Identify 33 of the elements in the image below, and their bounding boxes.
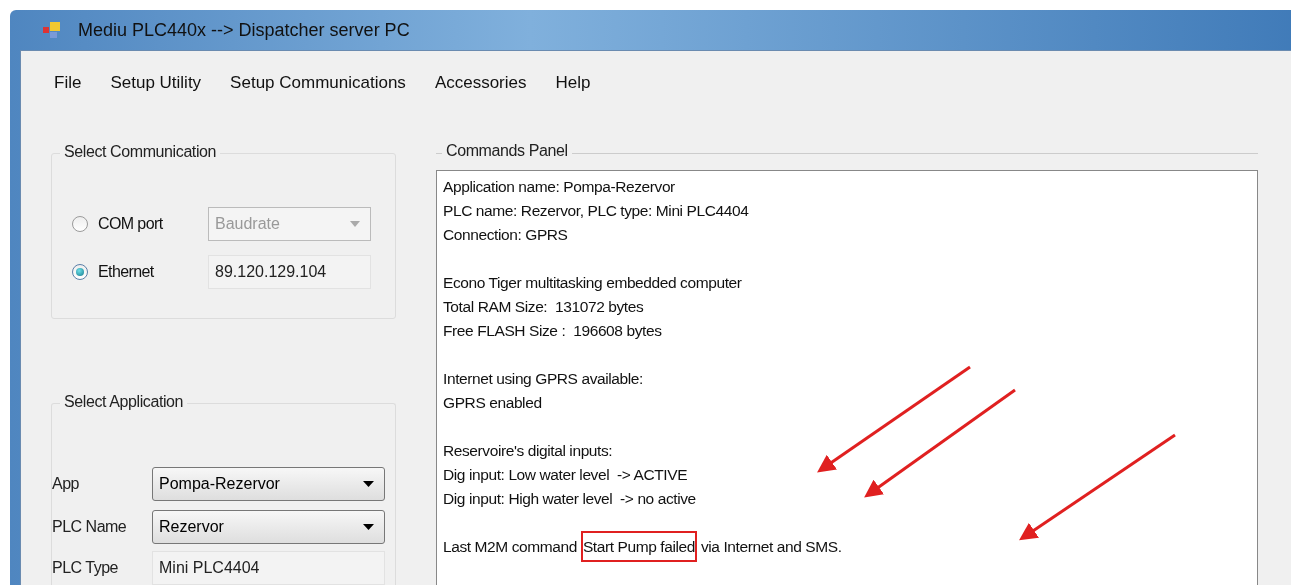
output-line: PLC name: Rezervor, PLC type: Mini PLC4404 bbox=[443, 201, 749, 221]
caret-icon bbox=[363, 481, 374, 487]
radio-label[interactable]: Ethernet bbox=[88, 263, 208, 281]
dropdown[interactable]: Pompa-Rezervor bbox=[152, 467, 385, 501]
caret-icon bbox=[350, 221, 360, 227]
plc-type-field: Mini PLC4404 bbox=[152, 551, 385, 585]
dropdown[interactable]: Rezervor bbox=[152, 510, 385, 544]
radio-label[interactable]: COM port bbox=[88, 215, 208, 233]
menu-item[interactable]: File bbox=[51, 73, 85, 103]
output-line: Dig input: High water level -> no active bbox=[443, 489, 696, 509]
window-title: Mediu PLC440x --> Dispatcher server PC bbox=[78, 19, 410, 41]
caret-icon bbox=[363, 524, 374, 530]
app-icon bbox=[42, 21, 62, 39]
output-line: Dig input: Low water level -> ACTIVE bbox=[443, 465, 688, 485]
radio-button[interactable] bbox=[72, 216, 88, 232]
output-line: Econo Tiger multitasking embedded computer bbox=[443, 273, 742, 293]
output-line: Connection: GPRS bbox=[443, 225, 568, 245]
field-label: App bbox=[52, 475, 80, 493]
menu-item[interactable]: Accessories bbox=[431, 73, 530, 103]
ip-address-field[interactable]: 89.120.129.104 bbox=[208, 255, 371, 289]
radio-button[interactable] bbox=[72, 264, 88, 280]
group-title: Select Application bbox=[60, 393, 188, 411]
output-line: Reservoire's digital inputs: bbox=[443, 441, 613, 461]
output-line: Total RAM Size: 131072 bytes bbox=[443, 297, 644, 317]
field-label: PLC Name bbox=[52, 518, 128, 536]
output-line: Application name: Pompa-Rezervor bbox=[443, 177, 675, 197]
output-line: Free FLASH Size : 196608 bytes bbox=[443, 321, 662, 341]
field-label: PLC Type bbox=[52, 559, 119, 577]
menu-item[interactable]: Help bbox=[552, 73, 594, 103]
menu-item[interactable]: Setup Communications bbox=[227, 73, 409, 103]
output-line: GPRS enabled bbox=[443, 393, 542, 413]
menu-item[interactable]: Setup Utility bbox=[107, 73, 205, 103]
output-line: Internet using GPRS available: bbox=[443, 369, 643, 389]
